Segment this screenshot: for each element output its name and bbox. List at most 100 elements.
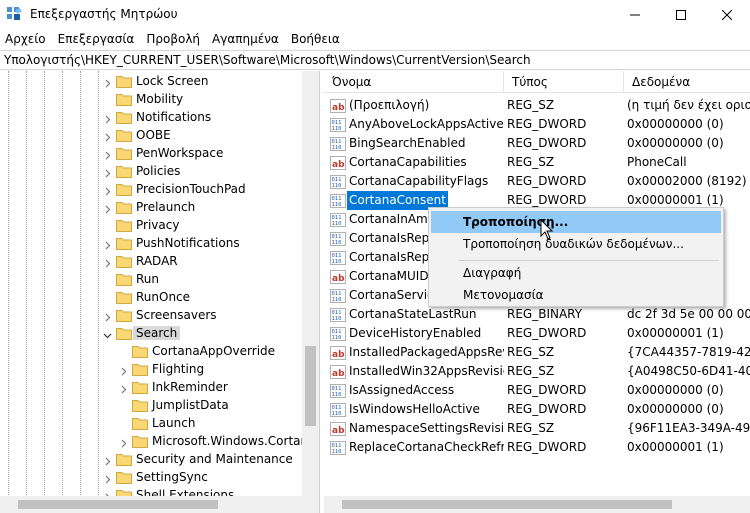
chevron-right-icon[interactable] <box>119 365 128 376</box>
value-name: (Προεπιλογή) <box>349 98 430 112</box>
tree-item[interactable]: Security and Maintenance <box>105 450 293 468</box>
chevron-right-icon[interactable] <box>103 473 112 484</box>
chevron-right-icon[interactable] <box>103 311 112 322</box>
svg-text:110: 110 <box>332 392 342 398</box>
tree-item[interactable]: Search <box>103 324 181 342</box>
chevron-right-icon[interactable] <box>103 257 112 268</box>
tree-item[interactable]: Screensavers <box>105 306 217 324</box>
table-row[interactable]: ab (Προεπιλογή) REG_SZ (η τιμή δεν έχει ορι… <box>324 96 750 115</box>
chevron-right-icon[interactable] <box>103 131 112 142</box>
table-row[interactable]: ab NamespaceSettingsRevision REG_SZ {96F11E… <box>324 419 750 438</box>
chevron-right-icon[interactable] <box>119 437 128 448</box>
context-rename[interactable]: Μετονομασία <box>431 284 721 306</box>
folder-icon <box>116 310 132 322</box>
maximize-icon <box>676 10 686 20</box>
tree-item[interactable]: Microsoft.Windows.Cortana <box>121 432 315 450</box>
value-data: 0x00000001 (1) <box>627 326 724 340</box>
tree-item[interactable]: Privacy <box>116 216 179 234</box>
value-type: REG_DWORD <box>507 117 587 131</box>
value-name-cell: 011 110 CortanaCapabilityFlags <box>330 172 504 191</box>
list-hscroll-thumb[interactable] <box>342 500 672 509</box>
table-row[interactable]: 011 110 ReplaceCortanaCheckRefr... REG_DWOR… <box>324 438 750 457</box>
chevron-right-icon[interactable] <box>103 167 112 178</box>
tree-vertical-scrollbar[interactable] <box>302 71 319 496</box>
tree-item[interactable]: Run <box>116 270 159 288</box>
table-row[interactable]: 011 110 BingSearchEnabled REG_DWORD 0x000000… <box>324 134 750 153</box>
chevron-right-icon[interactable] <box>103 203 112 214</box>
context-menu: Τροποποίηση... Τροποποίηση δυαδικών δεδο… <box>428 207 724 307</box>
chevron-right-icon[interactable] <box>103 185 112 196</box>
table-row[interactable]: 011 110 DeviceHistoryEnabled REG_DWORD 0x000… <box>324 324 750 343</box>
maximize-button[interactable] <box>658 0 704 30</box>
value-name: IsAssignedAccess <box>349 383 455 397</box>
chevron-right-icon[interactable] <box>119 383 128 394</box>
folder-icon <box>116 256 132 268</box>
svg-text:ab: ab <box>332 274 345 284</box>
address-bar[interactable]: Υπολογιστής\HKEY_CURRENT_USER\Software\M… <box>0 50 750 70</box>
tree-scroll-thumb[interactable] <box>305 346 316 426</box>
table-row[interactable]: 011 110 AnyAboveLockAppsActive REG_DWORD 0x0… <box>324 115 750 134</box>
close-button[interactable] <box>704 0 750 30</box>
chevron-right-icon[interactable] <box>103 239 112 250</box>
tree-item[interactable]: SettingSync <box>105 468 208 486</box>
chevron-right-icon[interactable] <box>103 149 112 160</box>
menu-file[interactable]: Αρχείο <box>0 30 52 49</box>
tree-item[interactable]: Mobility <box>116 90 183 108</box>
tree-item[interactable]: Prelaunch <box>105 198 195 216</box>
value-name-cell: ab InstalledWin32AppsRevision <box>330 362 504 381</box>
column-type[interactable]: Τύπος <box>504 71 624 93</box>
chevron-right-icon[interactable] <box>103 455 112 466</box>
key-tree[interactable]: Lock Screen Mobility Notifications OOBE PenW… <box>0 71 320 513</box>
svg-text:ab: ab <box>332 160 345 170</box>
tree-item[interactable]: Policies <box>105 162 180 180</box>
table-row[interactable]: 011 110 CortanaStateLastRun REG_BINARY dc 2f… <box>324 305 750 324</box>
context-delete[interactable]: Διαγραφή <box>431 262 721 284</box>
value-type: REG_SZ <box>507 155 555 169</box>
menu-help[interactable]: Βοήθεια <box>285 30 346 49</box>
string-value-icon: ab <box>330 345 346 360</box>
table-row[interactable]: ab InstalledWin32AppsRevision REG_SZ {A0498… <box>324 362 750 381</box>
table-row[interactable]: ab InstalledPackagedAppsRev... REG_SZ {7CA4… <box>324 343 750 362</box>
menu-view[interactable]: Προβολή <box>140 30 206 49</box>
folder-icon <box>116 148 132 160</box>
menu-edit[interactable]: Επεξεργασία <box>52 30 141 49</box>
tree-item[interactable]: CortanaAppOverride <box>132 342 275 360</box>
tree-hscroll-thumb[interactable] <box>18 500 218 509</box>
menu-favorites[interactable]: Αγαπημένα <box>206 30 285 49</box>
tree-item-label: Launch <box>152 416 196 430</box>
tree-item-label: PushNotifications <box>136 236 240 250</box>
tree-item[interactable]: PrecisionTouchPad <box>105 180 246 198</box>
tree-item[interactable]: RunOnce <box>116 288 190 306</box>
chevron-right-icon[interactable] <box>103 113 112 124</box>
string-value-icon: ab <box>330 98 346 113</box>
value-name: AnyAboveLockAppsActive <box>349 117 504 131</box>
tree-item[interactable]: OOBE <box>105 126 171 144</box>
tree-item[interactable]: Flighting <box>121 360 204 378</box>
tree-item[interactable]: Launch <box>132 414 195 432</box>
context-modify[interactable]: Τροποποίηση... <box>431 211 721 233</box>
column-data[interactable]: Δεδομένα <box>624 71 750 93</box>
tree-item[interactable]: RADAR <box>105 252 178 270</box>
chevron-right-icon[interactable] <box>103 77 112 88</box>
folder-icon <box>116 292 132 304</box>
table-row[interactable]: ab CortanaCapabilities REG_SZ PhoneCall <box>324 153 750 172</box>
table-row[interactable]: 011 110 IsWindowsHelloActive REG_DWORD 0x000… <box>324 400 750 419</box>
tree-horizontal-scrollbar[interactable] <box>0 496 319 513</box>
tree-item[interactable]: Lock Screen <box>105 72 208 90</box>
value-data: (η τιμή δεν έχει οριστεί) <box>627 98 750 112</box>
minimize-button[interactable] <box>612 0 658 30</box>
tree-item[interactable]: InkReminder <box>121 378 228 396</box>
context-modify-binary[interactable]: Τροποποίηση δυαδικών δεδομένων... <box>431 233 721 255</box>
chevron-down-icon[interactable] <box>103 329 112 339</box>
binary-value-icon: 011110 <box>330 402 346 417</box>
tree-item[interactable]: PenWorkspace <box>105 144 223 162</box>
column-name[interactable]: Όνομα <box>324 71 504 93</box>
tree-item[interactable]: PushNotifications <box>105 234 240 252</box>
tree-item[interactable]: JumplistData <box>132 396 229 414</box>
list-horizontal-scrollbar[interactable] <box>324 496 750 513</box>
value-type: REG_SZ <box>507 345 555 359</box>
tree-item[interactable]: Notifications <box>105 108 211 126</box>
value-type: REG_DWORD <box>507 326 587 340</box>
table-row[interactable]: 011 110 IsAssignedAccess REG_DWORD 0x0000000… <box>324 381 750 400</box>
table-row[interactable]: 011 110 CortanaCapabilityFlags REG_DWORD 0x0… <box>324 172 750 191</box>
